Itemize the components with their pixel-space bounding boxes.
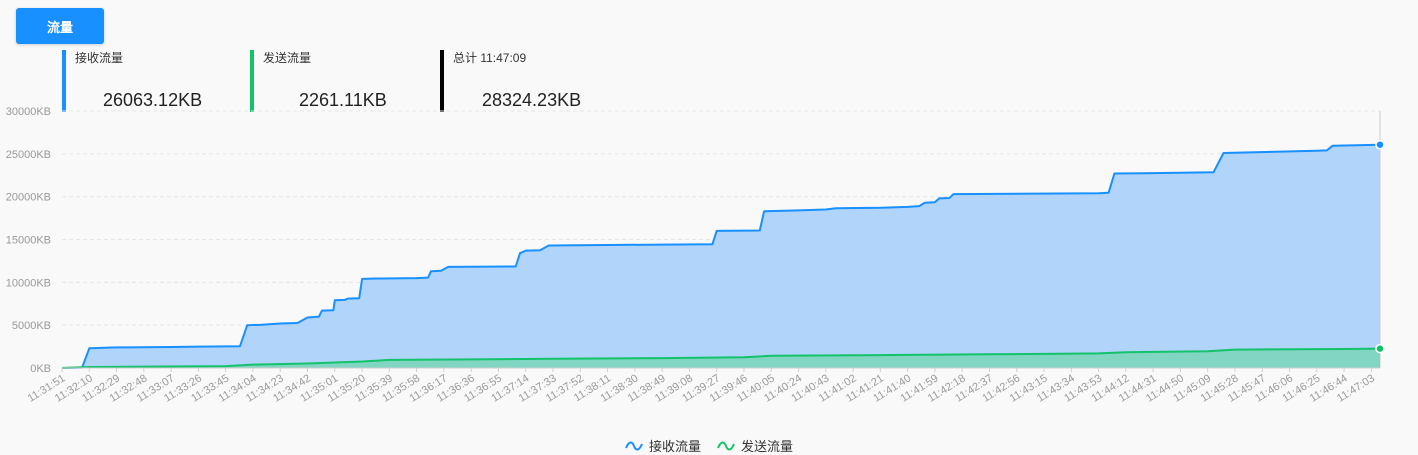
- series-area-received: [62, 144, 1380, 368]
- y-tick-label: 5000KB: [12, 320, 51, 332]
- y-tick-label: 30000KB: [6, 106, 51, 118]
- chart-legend: 接收流量 发送流量: [0, 436, 1418, 455]
- legend-item-sent[interactable]: 发送流量: [717, 436, 793, 455]
- series-end-point: [1375, 139, 1385, 150]
- legend-label-received: 接收流量: [648, 439, 701, 454]
- legend-label-sent: 发送流量: [741, 439, 794, 454]
- traffic-area-chart: 0KB 5000KB 10000KB 15000KB 20000KB 25000KB 300…: [6, 106, 1385, 405]
- series-end-point: [1375, 343, 1385, 354]
- y-tick-label: 0KB: [30, 363, 51, 375]
- wave-icon: [625, 441, 643, 450]
- wave-icon: [717, 441, 735, 450]
- y-tick-label: 15000KB: [6, 235, 51, 247]
- y-tick-label: 10000KB: [6, 277, 51, 289]
- legend-item-received[interactable]: 接收流量: [625, 436, 701, 455]
- y-tick-label: 20000KB: [6, 192, 51, 204]
- y-tick-label: 25000KB: [6, 149, 51, 161]
